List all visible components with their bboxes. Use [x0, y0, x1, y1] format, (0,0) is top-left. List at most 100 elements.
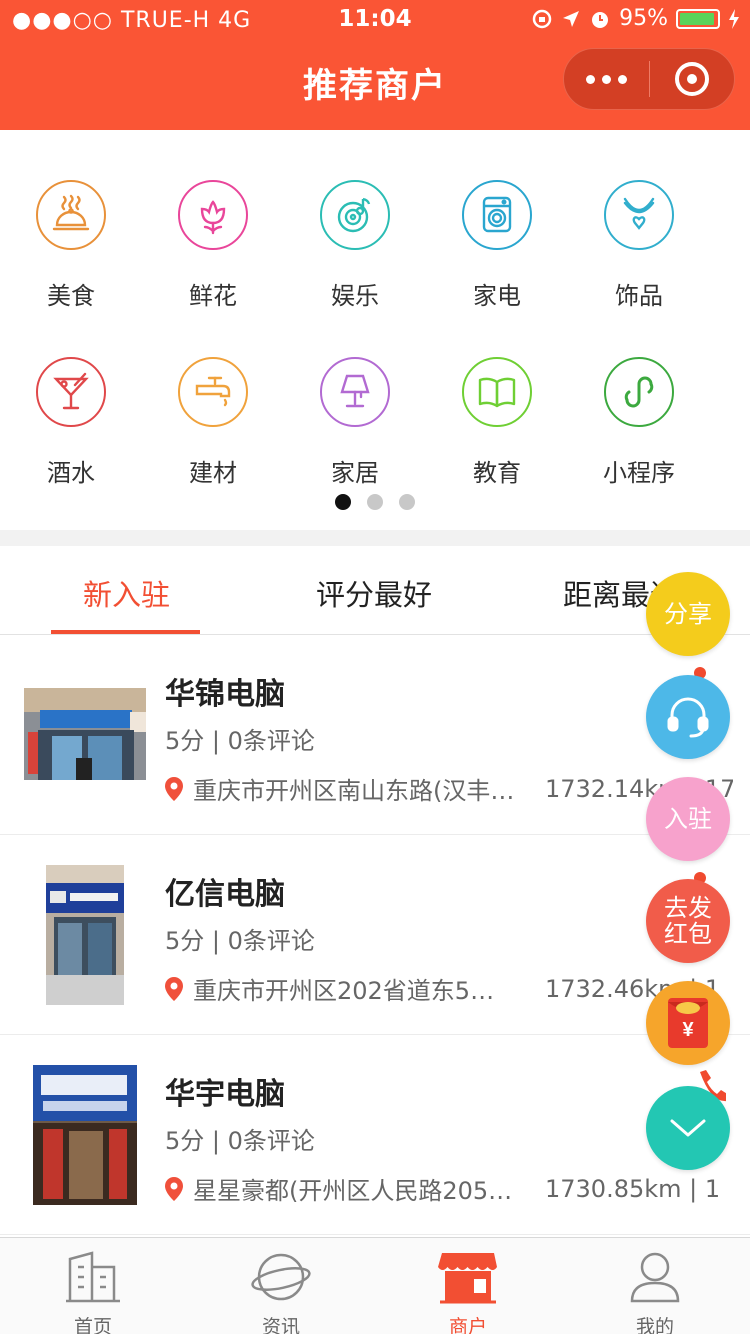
tabbar-item-home[interactable]: 首页 [33, 1248, 153, 1334]
category-label: 饰品 [615, 282, 663, 310]
category-label: 娱乐 [331, 282, 379, 310]
location-pin-icon [165, 1176, 183, 1201]
tabbar-label: 商户 [448, 1316, 487, 1334]
category-item[interactable]: 家居 [284, 357, 426, 488]
red-packet-icon-button[interactable]: ¥ [646, 981, 730, 1065]
page-dot-active[interactable] [335, 494, 351, 510]
category-item[interactable]: 酒水 [0, 357, 142, 488]
washing-machine-icon [462, 180, 532, 250]
merchant-address-row: 重庆市开州区南山东路(汉丰湖南滨 1732.14km | 17 [163, 771, 733, 806]
page-indicator [0, 494, 750, 510]
top-bar: ●●●○○ TRUE-H 4G 11:04 95% 推荐商户 [0, 0, 750, 130]
battery-icon [676, 8, 720, 29]
target-icon [674, 62, 709, 96]
page-dot[interactable] [399, 494, 415, 510]
page-dot[interactable] [367, 494, 383, 510]
customer-service-button[interactable] [646, 675, 730, 759]
merchant-row[interactable]: 华宇电脑 5分 | 0条评论 星星豪都(开州区人民路205号) 1730.85k… [0, 1035, 750, 1235]
red-packet-label-1: 去发 [664, 894, 712, 922]
merchant-name: 亿信电脑 [165, 877, 285, 912]
music-disc-icon [320, 180, 390, 250]
red-packet-label-2: 红包 [664, 920, 712, 948]
status-right: 95% [531, 6, 740, 31]
category-item[interactable]: 娱乐 [284, 180, 426, 311]
svg-text:¥: ¥ [682, 1019, 694, 1041]
lamp-icon [320, 357, 390, 427]
share-button[interactable]: 分享 [646, 572, 730, 656]
merchant-row[interactable]: 华锦电脑 5分 | 0条评论 重庆市开州区南山东路(汉丰湖南滨 1732.14k… [0, 635, 750, 835]
book-icon [462, 357, 532, 427]
mini-program-icon [604, 357, 674, 427]
cocktail-icon [36, 357, 106, 427]
merchant-photo [24, 688, 146, 780]
location-pin-icon [165, 776, 183, 801]
merchant-name: 华宇电脑 [165, 1077, 285, 1112]
merchant-row[interactable]: 亿信电脑 5分 | 0条评论 重庆市开州区202省道东5号附近 1732.46k… [0, 835, 750, 1035]
battery-percent: 95% [619, 6, 668, 31]
category-label: 美食 [47, 282, 95, 310]
bottom-tab-bar: 首页 资讯 商户 我的 [0, 1237, 750, 1334]
merchant-name: 华锦电脑 [165, 677, 285, 712]
category-item[interactable]: 美食 [0, 180, 142, 311]
category-label: 小程序 [603, 459, 675, 487]
merchant-rating: 5分 | 0条评论 [165, 1127, 315, 1155]
charging-bolt-icon [729, 8, 739, 29]
flower-icon [178, 180, 248, 250]
faucet-icon [178, 357, 248, 427]
category-item[interactable]: 鲜花 [142, 180, 284, 311]
category-label: 家电 [473, 282, 521, 310]
more-dot-icon [585, 74, 595, 84]
merchant-rating: 5分 | 0条评论 [165, 927, 315, 955]
location-arrow-icon [563, 10, 580, 27]
category-item[interactable]: 建材 [142, 357, 284, 488]
close-mini-program-button[interactable] [650, 62, 735, 96]
chevron-down-icon [670, 1119, 706, 1137]
sort-tabs: 新入驻 评分最好 距离最近 [0, 546, 750, 635]
collapse-menu-button[interactable] [646, 1086, 730, 1170]
category-label: 酒水 [47, 459, 95, 487]
category-grid: 美食 鲜花 娱乐 家电 饰品 酒水 建材 家居 教育 小程序 [0, 130, 750, 530]
section-divider [0, 530, 750, 546]
tabbar-item-merchants[interactable]: 商户 [408, 1248, 528, 1334]
user-icon [630, 1252, 680, 1303]
join-button[interactable]: 入驻 [646, 777, 730, 861]
mini-program-capsule [563, 48, 735, 110]
status-bar: ●●●○○ TRUE-H 4G 11:04 95% [0, 0, 750, 40]
category-label: 鲜花 [189, 282, 237, 310]
merchant-address: 重庆市开州区202省道东5号附近 [193, 977, 515, 1005]
headset-icon [667, 697, 709, 738]
merchant-address-row: 重庆市开州区202省道东5号附近 1732.46km | 1 [163, 971, 733, 1006]
more-dot-icon [617, 74, 627, 84]
tab-top-rated[interactable]: 评分最好 [316, 572, 432, 614]
building-icon [66, 1251, 120, 1303]
tabbar-label: 首页 [73, 1316, 112, 1334]
merchant-distance: 1730.85km | 1 [545, 1174, 721, 1203]
rotation-lock-icon [532, 9, 552, 28]
category-item[interactable]: 教育 [426, 357, 568, 488]
category-item[interactable]: 饰品 [568, 180, 710, 311]
location-pin-icon [165, 976, 183, 1001]
planet-icon [251, 1253, 311, 1301]
tabbar-item-news[interactable]: 资讯 [221, 1248, 341, 1334]
merchant-rating: 5分 | 0条评论 [165, 727, 315, 755]
merchant-address: 星星豪都(开州区人民路205号) [193, 1177, 515, 1205]
food-cloche-icon [36, 180, 106, 250]
more-dot-icon [601, 74, 611, 84]
tabbar-label: 资讯 [261, 1316, 300, 1334]
category-item[interactable]: 家电 [426, 180, 568, 311]
battery-fill [680, 12, 715, 25]
more-menu-button[interactable] [564, 74, 649, 84]
red-envelope-icon: ¥ [668, 998, 708, 1048]
send-red-packet-button[interactable]: 去发 红包 [646, 879, 730, 963]
tabbar-label: 我的 [635, 1316, 674, 1334]
merchant-address: 重庆市开州区南山东路(汉丰湖南滨 [193, 777, 515, 805]
tab-new[interactable]: 新入驻 [83, 572, 170, 614]
merchant-photo [46, 865, 124, 1005]
tabbar-item-profile[interactable]: 我的 [595, 1248, 715, 1334]
category-label: 建材 [189, 459, 237, 487]
store-icon [438, 1253, 497, 1304]
category-label: 教育 [473, 459, 521, 487]
necklace-icon [604, 180, 674, 250]
active-tab-indicator [51, 630, 200, 634]
category-item[interactable]: 小程序 [568, 357, 710, 488]
